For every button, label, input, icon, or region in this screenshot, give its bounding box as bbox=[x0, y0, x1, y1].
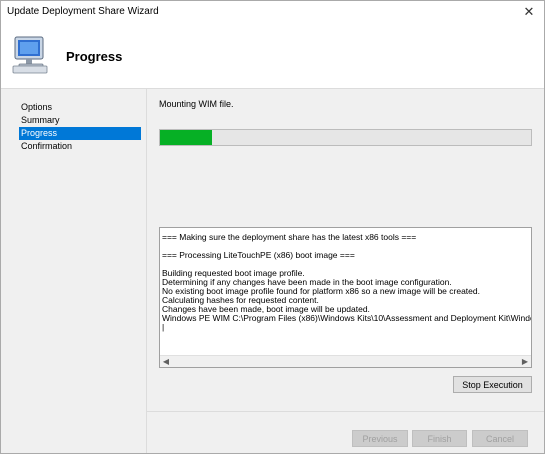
horizontal-scrollbar[interactable]: ◀ ▶ bbox=[160, 355, 531, 367]
title-bar: Update Deployment Share Wizard ✕ bbox=[1, 1, 544, 25]
stop-execution-button[interactable]: Stop Execution bbox=[453, 376, 532, 393]
progress-bar bbox=[159, 129, 532, 146]
log-output[interactable]: === Making sure the deployment share has… bbox=[159, 227, 532, 368]
computer-monitor-icon bbox=[11, 35, 51, 77]
progress-bar-fill bbox=[160, 130, 212, 145]
cancel-button[interactable]: Cancel bbox=[472, 430, 528, 447]
progress-panel: Mounting WIM file. === Making sure the d… bbox=[147, 89, 544, 411]
step-confirmation[interactable]: Confirmation bbox=[19, 140, 141, 153]
wizard-header: Progress bbox=[1, 25, 544, 89]
page-title: Progress bbox=[66, 49, 123, 64]
step-progress[interactable]: Progress bbox=[19, 127, 141, 140]
step-summary[interactable]: Summary bbox=[19, 114, 141, 127]
close-icon[interactable]: ✕ bbox=[514, 1, 544, 23]
log-text: === Making sure the deployment share has… bbox=[162, 233, 531, 355]
status-message: Mounting WIM file. bbox=[159, 99, 234, 109]
wizard-sidebar: Options Summary Progress Confirmation bbox=[1, 89, 147, 453]
previous-button[interactable]: Previous bbox=[352, 430, 408, 447]
wizard-footer: Previous Finish Cancel bbox=[147, 411, 544, 453]
step-options[interactable]: Options bbox=[19, 101, 141, 114]
scroll-left-icon[interactable]: ◀ bbox=[160, 356, 172, 367]
wizard-window: Update Deployment Share Wizard ✕ Progres… bbox=[0, 0, 545, 454]
step-list: Options Summary Progress Confirmation bbox=[19, 101, 141, 153]
log-line: Windows PE WIM C:\Program Files (x86)\Wi… bbox=[162, 313, 531, 323]
finish-button[interactable]: Finish bbox=[412, 430, 467, 447]
log-line: === Making sure the deployment share has… bbox=[162, 233, 417, 242]
log-line: | bbox=[162, 322, 165, 332]
window-title: Update Deployment Share Wizard bbox=[7, 6, 159, 17]
scroll-right-icon[interactable]: ▶ bbox=[519, 356, 531, 367]
log-line: === Processing LiteTouchPE (x86) boot im… bbox=[162, 250, 355, 260]
